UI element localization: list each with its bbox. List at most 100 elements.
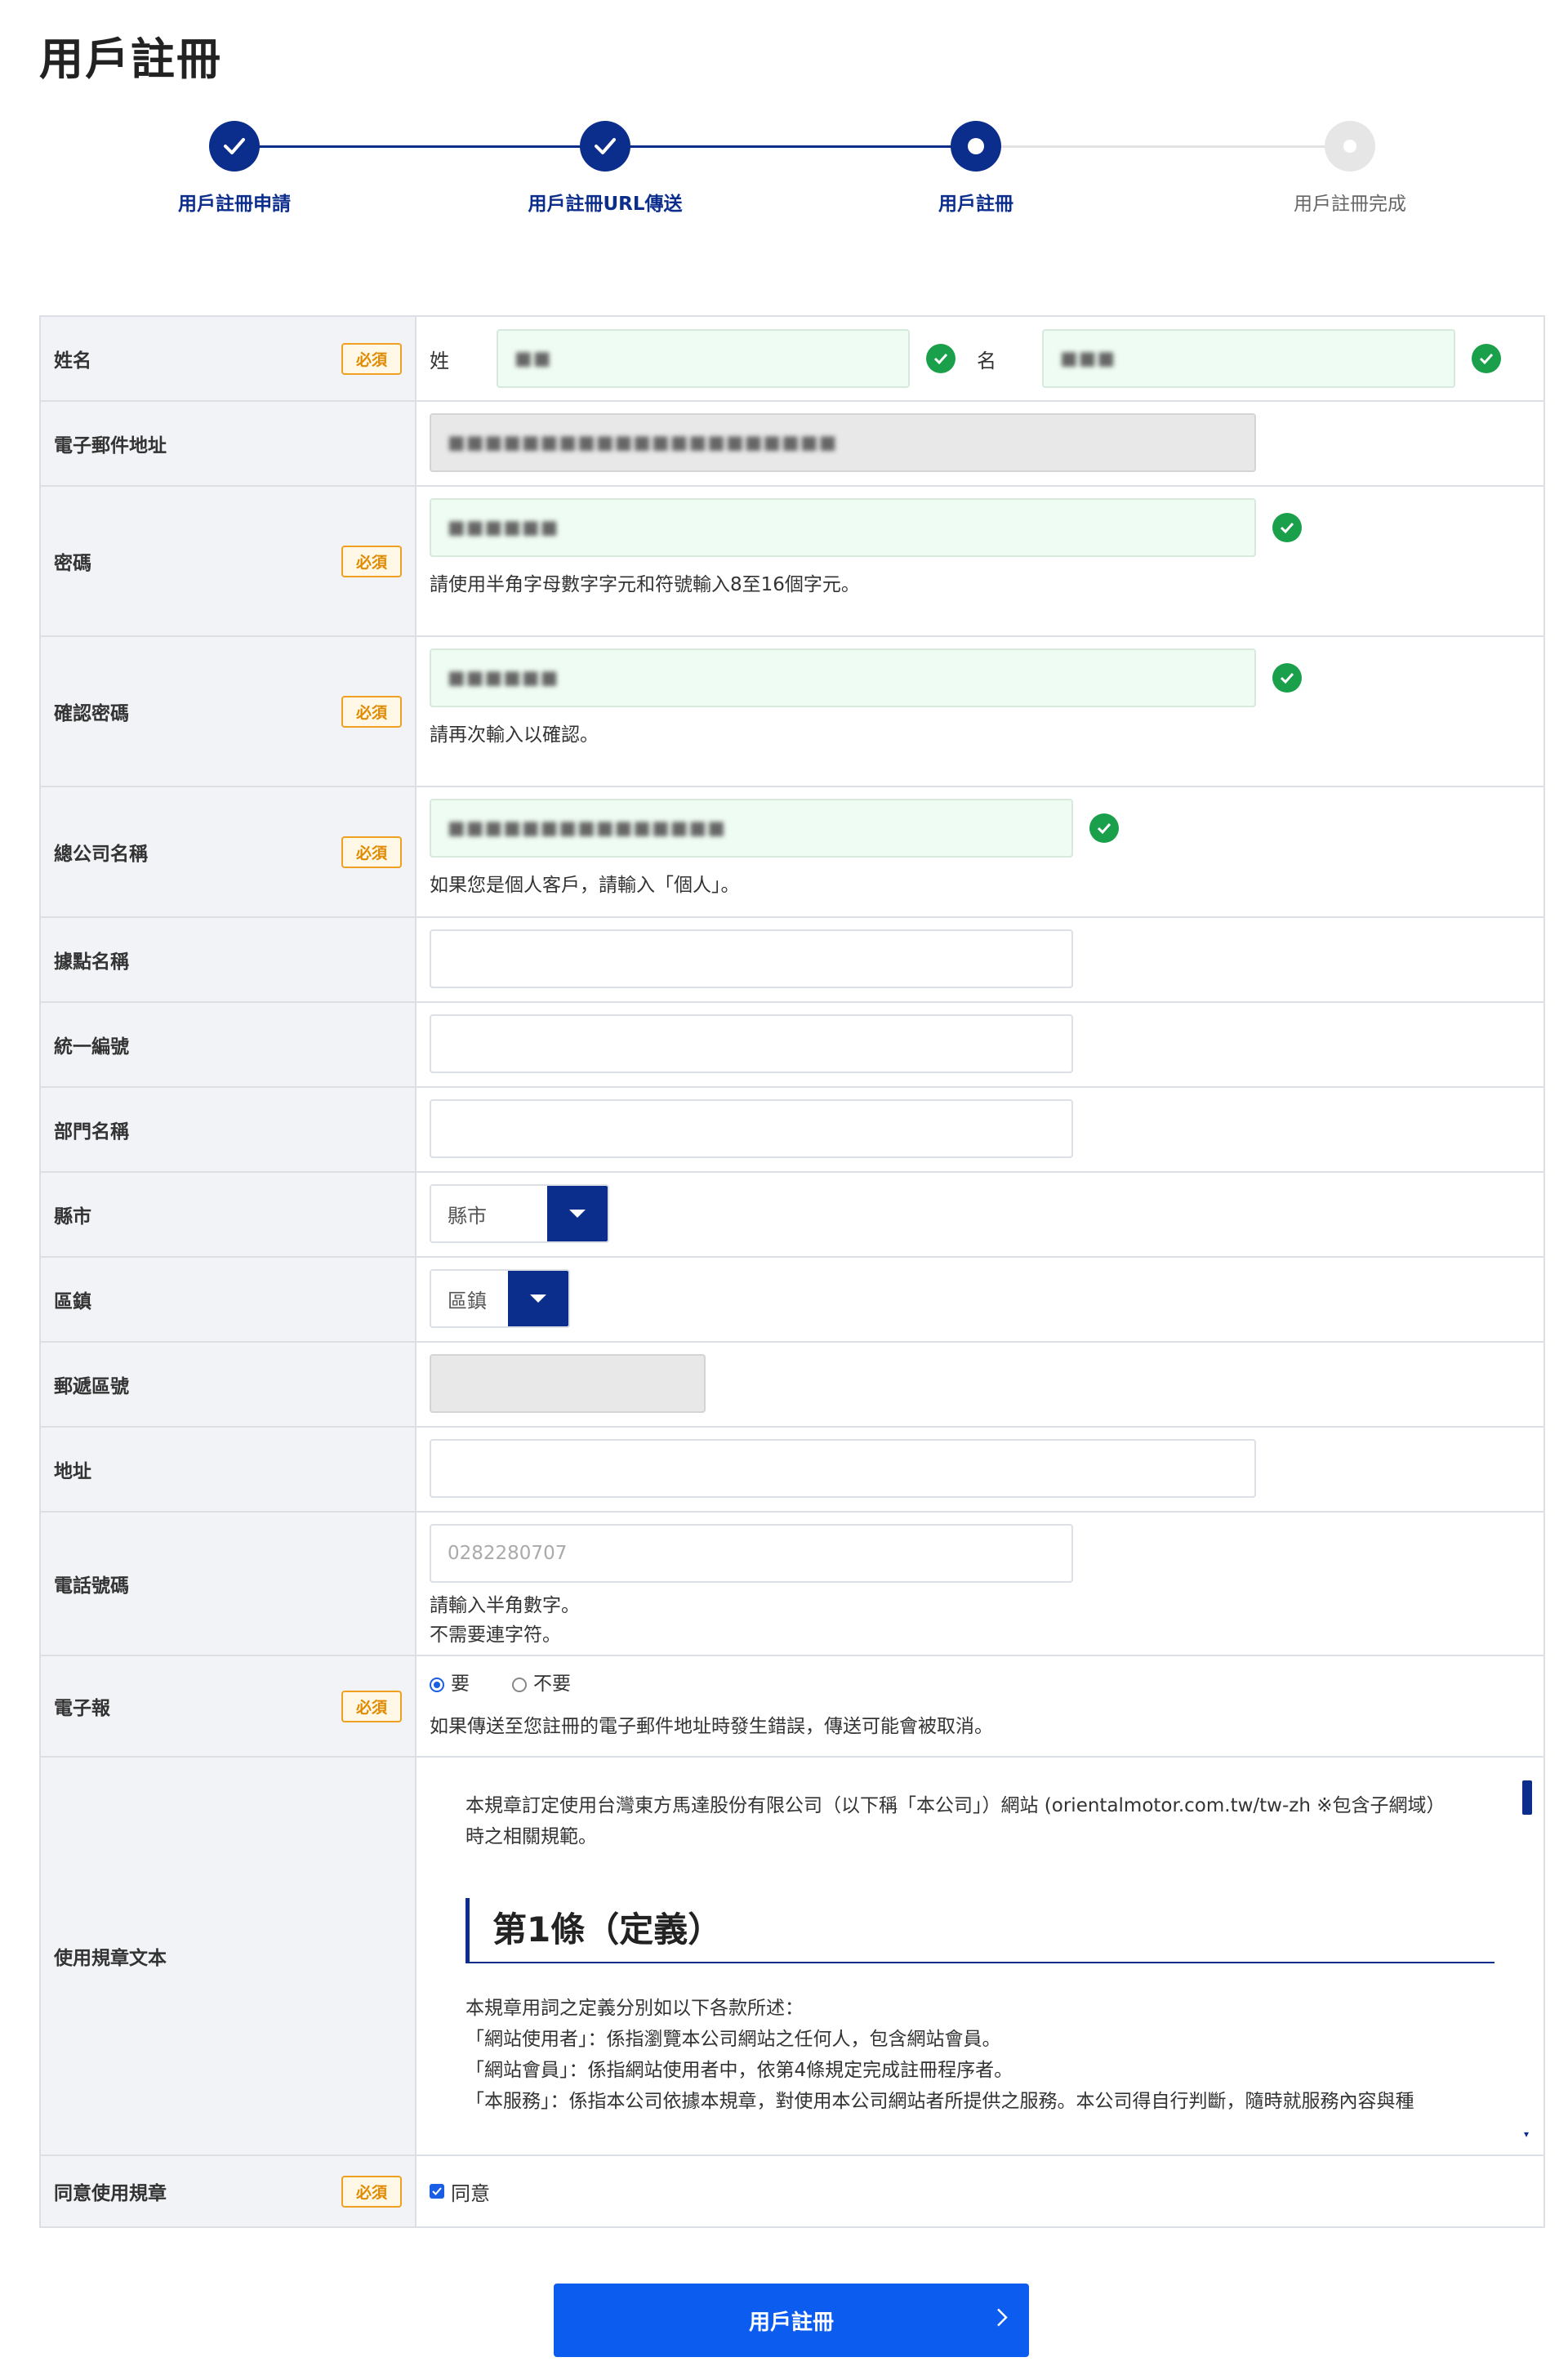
- value-cell: 0282280707 請輸入半角數字。 不需要連字符。: [416, 1513, 1544, 1655]
- page-title: 用戶註冊: [39, 33, 222, 85]
- given-name-label: 名: [977, 349, 996, 372]
- step-connector: [234, 145, 605, 148]
- label-cell: 電子報 必須: [41, 1656, 416, 1756]
- surname-label: 姓: [430, 349, 449, 372]
- agree-checkbox[interactable]: 同意: [430, 2177, 490, 2206]
- scroll-down-icon[interactable]: ▾: [1524, 2128, 1529, 2140]
- terms-line: 「本服務」：係指本公司依據本規章，對使用本公司網站者所提供之服務。本公司得自行判…: [466, 2091, 1414, 2112]
- value-cell: 要 不要 如果傳送至您註冊的電子郵件地址時發生錯誤，傳送可能會被取消。: [416, 1656, 1544, 1756]
- row-name: 姓名 必須 姓 ■■ 名 ■■■: [41, 317, 1544, 402]
- field-label: 姓名: [54, 350, 91, 372]
- chevron-down-icon[interactable]: [508, 1271, 568, 1326]
- field-label: 電子報: [54, 1698, 110, 1719]
- valid-check-icon: [1472, 344, 1501, 373]
- field-label: 區鎮: [54, 1291, 91, 1312]
- password-confirm-input[interactable]: ■■■■■■: [430, 648, 1256, 707]
- city-select[interactable]: 縣市: [430, 1184, 609, 1243]
- address-input[interactable]: [430, 1439, 1256, 1498]
- field-label: 據點名稱: [54, 951, 129, 973]
- registration-form: 姓名 必須 姓 ■■ 名 ■■■ 電子郵件地址 ■■■■■■■■■■■■■■■■…: [39, 315, 1545, 2228]
- row-phone: 電話號碼 0282280707 請輸入半角數字。 不需要連字符。: [41, 1513, 1544, 1656]
- department-input[interactable]: [430, 1099, 1073, 1158]
- row-password: 密碼 必須 ■■■■■■ 請使用半角字母數字字元和符號輸入8至16個字元。: [41, 487, 1544, 637]
- row-tax-id: 統一編號: [41, 1003, 1544, 1088]
- label-cell: 電話號碼: [41, 1513, 416, 1655]
- value-cell: [416, 918, 1544, 1001]
- field-label: 統一編號: [54, 1036, 129, 1058]
- valid-check-icon: [1272, 513, 1302, 542]
- step-2-check-icon: [580, 121, 630, 172]
- step-3-label: 用戶註冊: [938, 194, 1013, 215]
- terms-scrollbar[interactable]: ▾: [1522, 1780, 1532, 2140]
- terms-scroll-box[interactable]: 本規章訂定使用台灣東方馬達股份有限公司（以下稱「本公司」）網站 (orienta…: [416, 1758, 1544, 2154]
- row-email: 電子郵件地址 ■■■■■■■■■■■■■■■■■■■■■: [41, 402, 1544, 487]
- scrollbar-thumb[interactable]: [1522, 1780, 1532, 1815]
- field-label: 地址: [54, 1461, 91, 1482]
- phone-input[interactable]: 0282280707: [430, 1524, 1073, 1583]
- row-newsletter: 電子報 必須 要 不要 如果傳送至您註冊的電子郵件地址時發生錯誤，傳送可能會被取…: [41, 1656, 1544, 1758]
- label-cell: 密碼 必須: [41, 487, 416, 635]
- tax-id-input[interactable]: [430, 1014, 1073, 1073]
- progress-stepper: 用戶註冊申請 用戶註冊URL傳送 用戶註冊 用戶註冊完成: [0, 121, 1568, 227]
- field-label: 密碼: [54, 553, 91, 574]
- terms-line: 「網站使用者」：係指瀏覽本公司網站之任何人，包含網站會員。: [466, 2029, 1001, 2050]
- submit-label: 用戶註冊: [748, 2310, 834, 2335]
- field-label: 總公司名稱: [54, 844, 148, 865]
- phone-placeholder: 0282280707: [448, 1543, 568, 1564]
- label-cell: 電子郵件地址: [41, 402, 416, 485]
- terms-intro-line-2: 時之相關規範。: [466, 1826, 597, 1847]
- step-connector: [605, 145, 976, 148]
- password-confirm-hint: 請再次輸入以確認。: [430, 724, 599, 746]
- value-cell: [416, 1428, 1544, 1511]
- value-cell: ■■■■■■ 請使用半角字母數字字元和符號輸入8至16個字元。: [416, 487, 1544, 635]
- terms-line: 「網站會員」：係指網站使用者中，依第4條規定完成註冊程序者。: [466, 2060, 1013, 2081]
- step-1-check-icon: [209, 121, 260, 172]
- row-city: 縣市 縣市: [41, 1173, 1544, 1258]
- checkbox-checked-icon[interactable]: [430, 2184, 444, 2199]
- newsletter-no-radio[interactable]: 不要: [512, 1668, 571, 1695]
- chevron-down-icon[interactable]: [546, 1186, 608, 1241]
- field-label: 確認密碼: [54, 703, 129, 724]
- radio-selected-icon[interactable]: [430, 1677, 444, 1692]
- company-input[interactable]: ■■■■■■■■■■■■■■■: [430, 799, 1073, 858]
- row-address: 地址: [41, 1428, 1544, 1513]
- password-input[interactable]: ■■■■■■: [430, 498, 1256, 557]
- label-cell: 總公司名稱 必須: [41, 787, 416, 916]
- surname-input[interactable]: ■■: [497, 329, 910, 388]
- password-hint: 請使用半角字母數字字元和符號輸入8至16個字元。: [430, 574, 860, 595]
- terms-intro-line-1: 本規章訂定使用台灣東方馬達股份有限公司（以下稱「本公司」）網站 (orienta…: [466, 1795, 1446, 1816]
- district-select[interactable]: 區鎮: [430, 1269, 570, 1328]
- row-agree: 同意使用規章 必須 同意: [41, 2156, 1544, 2226]
- chevron-right-icon: [996, 2308, 1008, 2333]
- value-cell: ■■■■■■■■■■■■■■■■■■■■■: [416, 402, 1544, 485]
- required-badge: 必須: [341, 835, 402, 868]
- value-cell: [416, 1003, 1544, 1086]
- given-name-input[interactable]: ■■■: [1042, 329, 1455, 388]
- field-label: 同意使用規章: [54, 2183, 167, 2204]
- label-cell: 確認密碼 必須: [41, 637, 416, 786]
- row-department: 部門名稱: [41, 1088, 1544, 1173]
- register-submit-button[interactable]: 用戶註冊: [554, 2284, 1029, 2357]
- required-badge: 必須: [341, 342, 402, 375]
- branch-input[interactable]: [430, 929, 1073, 988]
- row-password-confirm: 確認密碼 必須 ■■■■■■ 請再次輸入以確認。: [41, 637, 1544, 787]
- radio-unselected-icon[interactable]: [512, 1677, 527, 1692]
- label-cell: 地址: [41, 1428, 416, 1511]
- newsletter-yes-radio[interactable]: 要: [430, 1668, 470, 1695]
- valid-check-icon: [1272, 663, 1302, 693]
- city-select-value: 縣市: [431, 1186, 547, 1241]
- label-cell: 同意使用規章 必須: [41, 2156, 416, 2226]
- required-badge: 必須: [341, 1690, 402, 1722]
- row-postal: 郵遞區號: [41, 1343, 1544, 1428]
- label-cell: 據點名稱: [41, 918, 416, 1001]
- field-label: 部門名稱: [54, 1121, 129, 1143]
- value-cell: 同意: [416, 2156, 1544, 2226]
- step-connector: [976, 145, 1350, 148]
- terms-heading: 第1條（定義）: [466, 1898, 1494, 1963]
- phone-hint-2: 不需要連字符。: [430, 1624, 561, 1646]
- terms-body: 本規章用詞之定義分別如以下各款所述： 「網站使用者」：係指瀏覽本公司網站之任何人…: [466, 1993, 1494, 2117]
- valid-check-icon: [926, 344, 956, 373]
- step-2-label: 用戶註冊URL傳送: [528, 194, 683, 215]
- row-district: 區鎮 區鎮: [41, 1258, 1544, 1343]
- field-label: 使用規章文本: [54, 1948, 167, 1969]
